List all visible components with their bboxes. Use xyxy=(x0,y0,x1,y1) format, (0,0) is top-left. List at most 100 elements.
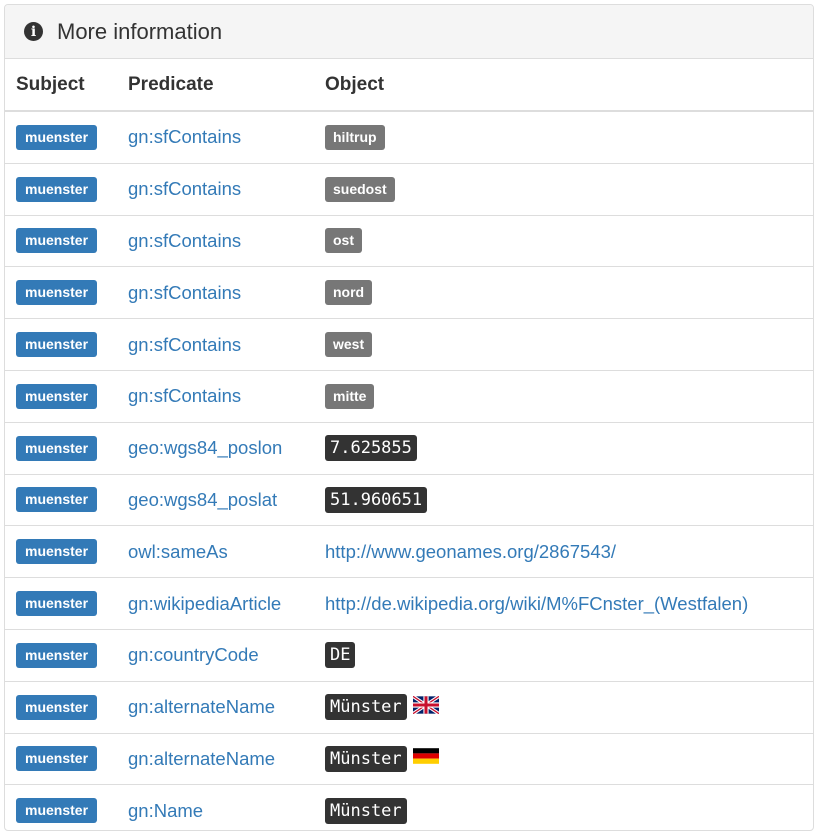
subject-cell: muenster xyxy=(5,110,128,164)
object-literal: 51.960651 xyxy=(325,486,428,513)
predicate-cell: geo:wgs84_poslat xyxy=(128,473,325,526)
predicate-link[interactable]: gn:countryCode xyxy=(128,644,259,665)
object-cell: Münster xyxy=(325,784,813,830)
subject-label[interactable]: muenster xyxy=(16,280,98,306)
predicate-link[interactable]: gn:Name xyxy=(128,800,203,821)
predicate-cell: gn:wikipediaArticle xyxy=(128,577,325,630)
triples-table-body: muenster gn:sfContains hiltrup muenster gn:s… xyxy=(5,110,813,830)
subject-label[interactable]: muenster xyxy=(16,539,98,565)
object-literal: Münster xyxy=(325,745,407,772)
object-cell: Münster xyxy=(325,732,813,785)
predicate-link[interactable]: geo:wgs84_poslon xyxy=(128,437,282,458)
uk-flag-icon xyxy=(411,694,440,715)
predicate-cell: gn:sfContains xyxy=(128,369,325,423)
subject-cell: muenster xyxy=(5,421,128,475)
subject-cell: muenster xyxy=(5,732,128,785)
object-cell: 7.625855 xyxy=(325,421,813,475)
predicate-link[interactable]: gn:sfContains xyxy=(128,385,241,406)
predicate-cell: gn:sfContains xyxy=(128,318,325,371)
table-header-row: Subject Predicate Object xyxy=(5,59,813,112)
subject-label[interactable]: muenster xyxy=(16,228,98,254)
object-cell: ost xyxy=(325,214,813,267)
triples-table: Subject Predicate Object muenster gn:sfCo… xyxy=(5,59,813,830)
object-label[interactable]: suedost xyxy=(325,176,395,202)
object-literal: 7.625855 xyxy=(325,435,417,462)
table-row: muenster gn:sfContains ost xyxy=(5,214,813,267)
subject-label[interactable]: muenster xyxy=(16,591,98,617)
predicate-cell: gn:countryCode xyxy=(128,628,325,682)
table-row: muenster owl:sameAs http://www.geonames.or… xyxy=(5,525,813,578)
object-column-header: Object xyxy=(325,59,813,112)
table-row: muenster gn:sfContains suedost xyxy=(5,162,813,216)
subject-label[interactable]: muenster xyxy=(16,694,98,720)
subject-cell: muenster xyxy=(5,318,128,371)
predicate-link[interactable]: owl:sameAs xyxy=(128,541,228,562)
predicate-link[interactable]: gn:sfContains xyxy=(128,230,241,251)
subject-cell: muenster xyxy=(5,628,128,682)
predicate-cell: owl:sameAs xyxy=(128,525,325,578)
table-row: muenster gn:wikipediaArticle http://de.wik… xyxy=(5,577,813,630)
object-cell: west xyxy=(325,318,813,371)
subject-label[interactable]: muenster xyxy=(16,487,98,513)
subject-label[interactable]: muenster xyxy=(16,435,98,461)
table-row: muenster gn:alternateName Münster xyxy=(5,732,813,785)
predicate-link[interactable]: geo:wgs84_poslat xyxy=(128,489,277,510)
subject-label[interactable]: muenster xyxy=(16,642,98,668)
object-label[interactable]: west xyxy=(325,332,373,358)
predicate-cell: gn:alternateName xyxy=(128,680,325,734)
table-row: muenster gn:sfContains hiltrup xyxy=(5,110,813,164)
subject-cell: muenster xyxy=(5,162,128,216)
subject-cell: muenster xyxy=(5,369,128,423)
subject-column-header: Subject xyxy=(5,59,128,112)
predicate-link[interactable]: gn:alternateName xyxy=(128,748,275,769)
uk-flag-icon xyxy=(411,694,440,719)
subject-cell: muenster xyxy=(5,473,128,526)
object-label[interactable]: ost xyxy=(325,228,362,254)
subject-label[interactable]: muenster xyxy=(16,332,98,358)
subject-label[interactable]: muenster xyxy=(16,746,98,772)
panel-title: More information xyxy=(57,18,223,44)
table-row: muenster gn:Name Münster xyxy=(5,784,813,830)
subject-cell: muenster xyxy=(5,525,128,578)
predicate-cell: gn:Name xyxy=(128,784,325,830)
subject-cell: muenster xyxy=(5,266,128,319)
object-link[interactable]: http://www.geonames.org/2867543/ xyxy=(325,541,616,562)
object-label[interactable]: mitte xyxy=(325,383,375,409)
object-cell: 51.960651 xyxy=(325,473,813,526)
object-cell: hiltrup xyxy=(325,110,813,164)
table-row: muenster gn:sfContains mitte xyxy=(5,369,813,423)
object-label[interactable]: nord xyxy=(325,280,373,306)
subject-label[interactable]: muenster xyxy=(16,124,98,150)
predicate-link[interactable]: gn:sfContains xyxy=(128,334,241,355)
object-literal: DE xyxy=(325,642,356,669)
subject-label[interactable]: muenster xyxy=(16,798,98,824)
object-literal: Münster xyxy=(325,694,407,721)
info-icon: i xyxy=(24,22,43,41)
object-label[interactable]: hiltrup xyxy=(325,124,385,150)
object-cell: suedost xyxy=(325,162,813,216)
predicate-link[interactable]: gn:sfContains xyxy=(128,282,241,303)
predicate-cell: geo:wgs84_poslon xyxy=(128,421,325,475)
subject-label[interactable]: muenster xyxy=(16,383,98,409)
object-cell: http://www.geonames.org/2867543/ xyxy=(325,525,813,578)
table-row: muenster geo:wgs84_poslat 51.960651 xyxy=(5,473,813,526)
subject-label[interactable]: muenster xyxy=(16,176,98,202)
object-literal: Münster xyxy=(325,797,407,824)
predicate-cell: gn:sfContains xyxy=(128,266,325,319)
object-cell: mitte xyxy=(325,369,813,423)
predicate-link[interactable]: gn:sfContains xyxy=(128,126,241,147)
object-cell: nord xyxy=(325,266,813,319)
object-cell: Münster xyxy=(325,680,813,734)
predicate-cell: gn:sfContains xyxy=(128,214,325,267)
table-row: muenster geo:wgs84_poslon 7.625855 xyxy=(5,421,813,475)
predicate-cell: gn:alternateName xyxy=(128,732,325,785)
predicate-link[interactable]: gn:alternateName xyxy=(128,696,275,717)
object-link[interactable]: http://de.wikipedia.org/wiki/M%FCnster_(… xyxy=(325,593,748,614)
predicate-link[interactable]: gn:sfContains xyxy=(128,178,241,199)
more-information-panel: i More information Subject Predicate Obj… xyxy=(4,4,814,831)
predicate-cell: gn:sfContains xyxy=(128,162,325,216)
subject-cell: muenster xyxy=(5,577,128,630)
de-flag-icon xyxy=(412,748,439,765)
predicate-column-header: Predicate xyxy=(128,59,325,112)
predicate-link[interactable]: gn:wikipediaArticle xyxy=(128,593,281,614)
